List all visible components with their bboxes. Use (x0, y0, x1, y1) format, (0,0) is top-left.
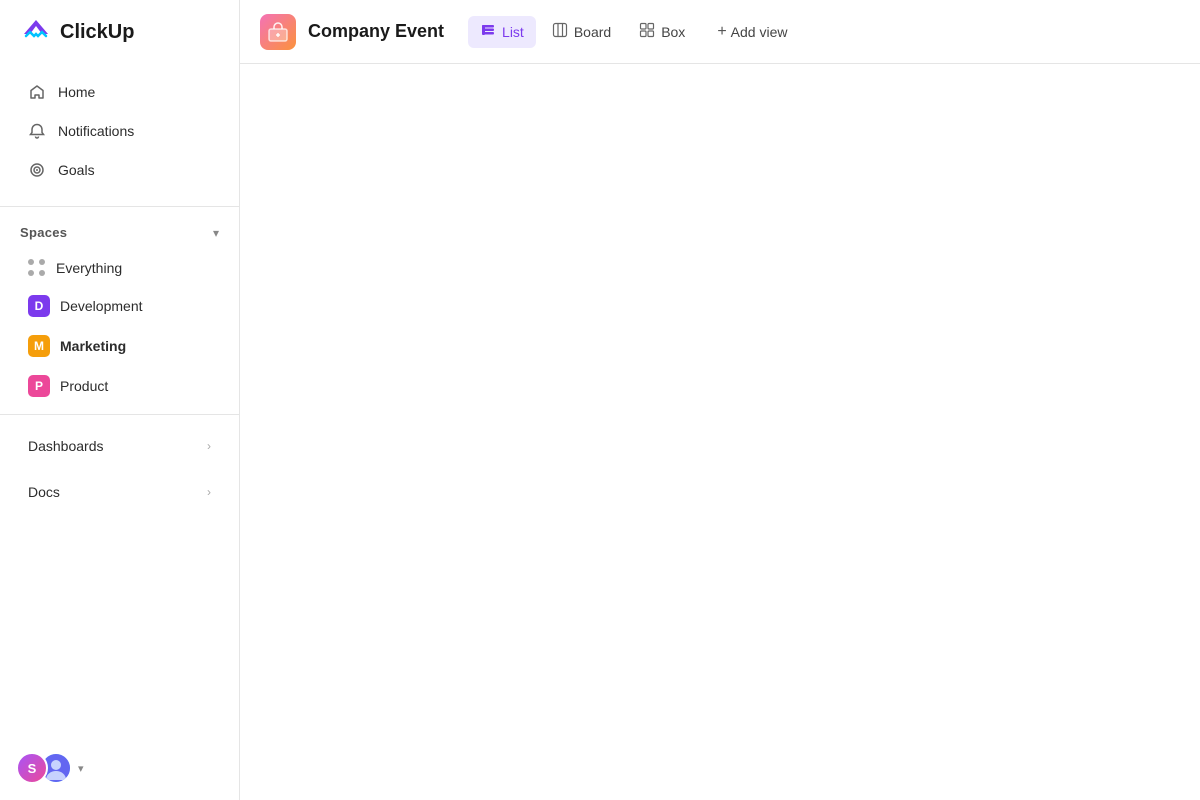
dashboards-chevron-icon: › (207, 439, 211, 453)
list-icon (480, 22, 496, 42)
tab-board[interactable]: Board (540, 16, 623, 48)
dashboards-item-left: Dashboards (28, 438, 104, 454)
add-view-plus-icon: + (717, 23, 726, 41)
space-item-marketing[interactable]: M Marketing (8, 327, 231, 365)
docs-label: Docs (28, 484, 60, 500)
space-item-product[interactable]: P Product (8, 367, 231, 405)
spaces-label: Spaces (20, 225, 67, 240)
user-avatar-primary: S (16, 752, 48, 784)
main-nav: Home Notifications Goals (0, 64, 239, 198)
tab-board-label: Board (574, 24, 611, 40)
topbar: Company Event List (240, 0, 1200, 64)
nav-goals-label: Goals (58, 162, 95, 178)
sidebar: ClickUp Home Notifications (0, 0, 240, 800)
home-icon (28, 83, 46, 101)
nav-home-label: Home (58, 84, 95, 100)
main-content: Company Event List (240, 0, 1200, 800)
space-development-label: Development (60, 298, 143, 314)
marketing-avatar: M (28, 335, 50, 357)
add-view-button[interactable]: + Add view (705, 17, 799, 47)
divider-1 (0, 206, 239, 207)
add-view-label: Add view (731, 24, 788, 40)
docs-section: Docs › (0, 473, 239, 511)
logo[interactable]: ClickUp (0, 0, 239, 64)
everything-dots-icon (28, 259, 46, 277)
content-area (240, 64, 1200, 800)
nav-notifications-label: Notifications (58, 123, 134, 139)
project-title: Company Event (308, 21, 444, 42)
target-icon (28, 161, 46, 179)
space-everything-label: Everything (56, 260, 122, 276)
project-box-icon (267, 21, 289, 43)
docs-item[interactable]: Docs › (8, 474, 231, 510)
nav-item-home[interactable]: Home (8, 73, 231, 111)
docs-item-left: Docs (28, 484, 60, 500)
user-caret-icon: ▾ (78, 762, 84, 775)
space-item-everything[interactable]: Everything (8, 251, 231, 285)
docs-chevron-icon: › (207, 485, 211, 499)
nav-item-notifications[interactable]: Notifications (8, 112, 231, 150)
tab-box[interactable]: Box (627, 16, 697, 48)
dashboards-item[interactable]: Dashboards › (8, 428, 231, 464)
dashboards-section: Dashboards › (0, 427, 239, 465)
chevron-down-icon: ▾ (213, 226, 219, 240)
bell-icon (28, 122, 46, 140)
divider-2 (0, 414, 239, 415)
development-avatar: D (28, 295, 50, 317)
board-icon (552, 22, 568, 42)
space-item-development[interactable]: D Development (8, 287, 231, 325)
user-avatars[interactable]: S (16, 752, 72, 784)
app-name: ClickUp (60, 21, 134, 44)
space-product-label: Product (60, 378, 108, 394)
tab-list[interactable]: List (468, 16, 536, 48)
box-icon (639, 22, 655, 42)
view-tabs: List Board (468, 16, 799, 48)
dashboards-label: Dashboards (28, 438, 104, 454)
sidebar-bottom: S ▾ (0, 736, 239, 800)
project-icon (260, 14, 296, 50)
tab-box-label: Box (661, 24, 685, 40)
product-avatar: P (28, 375, 50, 397)
spaces-header[interactable]: Spaces ▾ (0, 215, 239, 250)
nav-item-goals[interactable]: Goals (8, 151, 231, 189)
clickup-logo-icon (20, 16, 52, 48)
tab-list-label: List (502, 24, 524, 40)
space-marketing-label: Marketing (60, 338, 126, 354)
